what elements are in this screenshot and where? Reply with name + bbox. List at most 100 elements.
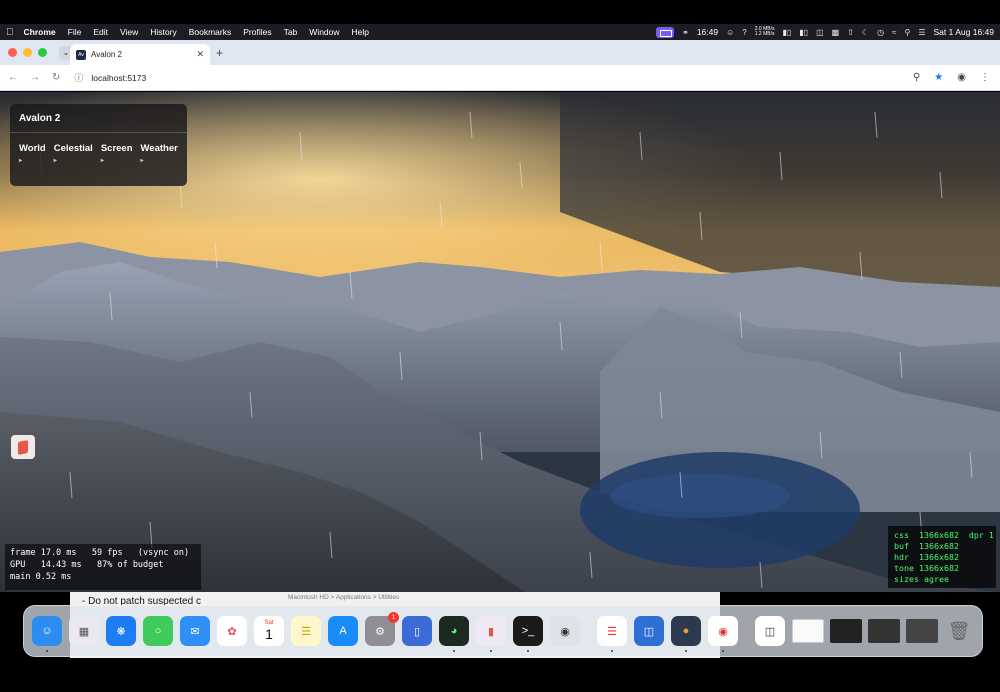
wifi-icon[interactable]: ≈ [892,28,896,37]
tab-title: Avalon 2 [91,50,122,59]
dock: ☺ ▦ ❋ ○ ✉ ✿ Sat 1 ☰ A ⚙ 1 ▯ ◕ ▮ >_ ◉ ☰ ◫ … [23,605,983,657]
panel-tab-world[interactable]: World ▸ [19,143,46,164]
caret-right-icon: ▸ [140,158,144,164]
menu-view[interactable]: View [120,27,138,37]
back-arrow-icon[interactable]: ← [8,72,18,83]
perf-stats-overlay: frame 17.0 ms 59 fps (vsync on) GPU 14.43… [5,544,201,590]
menu-bar:  Chrome File Edit View History Bookmark… [0,24,1000,40]
menu-window[interactable]: Window [309,27,339,37]
disk-utility-icon[interactable]: ◉ [550,616,580,646]
simulator-icon[interactable]: ▯ [402,616,432,646]
reload-icon[interactable]: ↻ [52,72,60,83]
moon-icon[interactable]: ☾ [862,28,869,37]
window-thumbnail[interactable] [792,619,824,643]
menu-file[interactable]: File [68,27,82,37]
running-indicator [527,650,529,652]
new-tab-plus-icon[interactable]: + [216,46,223,60]
panel-tab-screen[interactable]: Screen ▸ [101,143,133,164]
archive-utility-icon[interactable]: ◫ [634,616,664,646]
layout-icon[interactable]: ◫ [816,28,824,37]
cpu-meter-icon[interactable]: ▮▯ [782,28,791,37]
running-indicator [611,650,613,652]
control-center-icon[interactable]: ☰ [918,28,925,37]
photos-icon[interactable]: ✿ [217,616,247,646]
notes-icon[interactable]: ☰ [291,616,321,646]
screen-mirror-icon[interactable] [656,26,675,38]
menu-tab[interactable]: Tab [284,27,298,37]
sizes-line: css 1366x682 dpr 1 [894,530,994,540]
net-down: 1.2 MB/s [754,31,775,37]
network-meter[interactable]: 2.0 MB/s 1.2 MB/s [755,27,775,37]
caret-right-icon: ▸ [19,158,23,164]
spotlight-icon[interactable]: ⚲ [904,28,910,37]
stats-line: main 0.52 ms [10,572,72,582]
menu-help[interactable]: Help [352,27,369,37]
address-bar-url[interactable]: localhost:5173 [91,73,146,83]
mail-icon[interactable]: ✉ [180,616,210,646]
buffer-sizes-overlay: css 1366x682 dpr 1 buf 1366x682 hdr 1366x6… [888,526,996,588]
window-thumbnail[interactable] [830,619,862,643]
menu-history[interactable]: History [150,27,176,37]
face-icon[interactable]: ☺ [726,28,734,37]
app-store-icon[interactable]: A [328,616,358,646]
chrome-icon[interactable]: ◉ [708,616,738,652]
panel-tab-celestial[interactable]: Celestial ▸ [54,143,93,164]
running-indicator [453,650,455,652]
panel-tab-weather[interactable]: Weather ▸ [141,143,178,164]
render-canvas[interactable]: Avalon 2 World ▸ Celestial ▸ Screen ▸ We… [0,92,1000,602]
browser-toolbar: ← → ↻ ⓘ localhost:5173 ⚲ ★ ◉ ⋮ [0,65,1000,91]
apple-icon[interactable]:  [6,27,14,38]
time-machine-icon[interactable]: ◷ [877,28,884,37]
textedit-icon[interactable]: ☰ [597,616,627,652]
terminal-icon[interactable]: >_ [513,616,543,652]
browser-tab-active[interactable]: Av Avalon 2 ✕ [70,44,210,65]
launchpad-icon[interactable]: ▦ [69,616,99,646]
messages-icon[interactable]: ○ [143,616,173,646]
panel-title: Avalon 2 [19,113,61,124]
more-menu-icon[interactable]: ⋮ [980,72,990,83]
control-panel: Avalon 2 World ▸ Celestial ▸ Screen ▸ We… [10,104,187,186]
system-settings-icon[interactable]: ⚙ 1 [365,612,399,646]
close-window-button[interactable] [8,48,17,57]
finder-icon[interactable]: ☺ [32,616,62,652]
memory-meter-icon[interactable]: ▮▯ [799,28,808,37]
caret-right-icon: ▸ [53,158,57,164]
profile-icon[interactable]: ◉ [957,72,966,83]
menu-profiles[interactable]: Profiles [243,27,271,37]
running-indicator [722,650,724,652]
document-thumb-icon[interactable]: ◫ [755,616,785,646]
menubar-clock-short[interactable]: 16:49 [697,27,718,37]
zoom-window-button[interactable] [38,48,47,57]
menubar-date-time[interactable]: Sat 1 Aug 16:49 [934,27,995,37]
calendar-day: 1 [265,626,273,642]
forward-arrow-icon[interactable]: → [30,72,40,83]
upload-icon[interactable]: ⇧ [847,28,854,37]
menu-bookmarks[interactable]: Bookmarks [189,27,232,37]
running-indicator [490,650,492,652]
extension-icon[interactable] [11,435,35,459]
sizes-line: hdr 1366x682 [894,552,959,562]
panel-tab-label: Weather [140,143,178,154]
bookmark-star-icon[interactable]: ★ [934,72,943,83]
help-icon[interactable]: ? [742,28,746,37]
menu-edit[interactable]: Edit [93,27,108,37]
link-icon[interactable]: ⚭ [682,28,689,37]
blender-icon[interactable]: ● [671,616,701,652]
running-indicator [46,650,48,652]
site-info-icon[interactable]: ⓘ [74,71,83,84]
calendar-icon[interactable]: Sat 1 [254,616,284,646]
clipboard-icon[interactable]: ▩ [832,28,840,37]
minimize-window-button[interactable] [23,48,32,57]
safari-icon[interactable]: ❋ [106,616,136,646]
sizes-line: sizes agree [894,574,949,584]
zoom-icon[interactable]: ⚲ [913,72,920,83]
menu-chrome[interactable]: Chrome [24,27,56,37]
browser-tab-bar: ⌄ Av Avalon 2 ✕ + [0,40,1000,65]
trash-icon[interactable]: 🗑 [944,616,974,646]
window-thumbnail[interactable] [906,619,938,643]
activity-monitor-icon[interactable]: ◕ [439,616,469,652]
close-tab-icon[interactable]: ✕ [196,49,204,60]
tab-favicon-icon: Av [76,49,86,60]
avalon-app-icon[interactable]: ▮ [476,616,506,652]
window-thumbnail[interactable] [868,619,900,643]
